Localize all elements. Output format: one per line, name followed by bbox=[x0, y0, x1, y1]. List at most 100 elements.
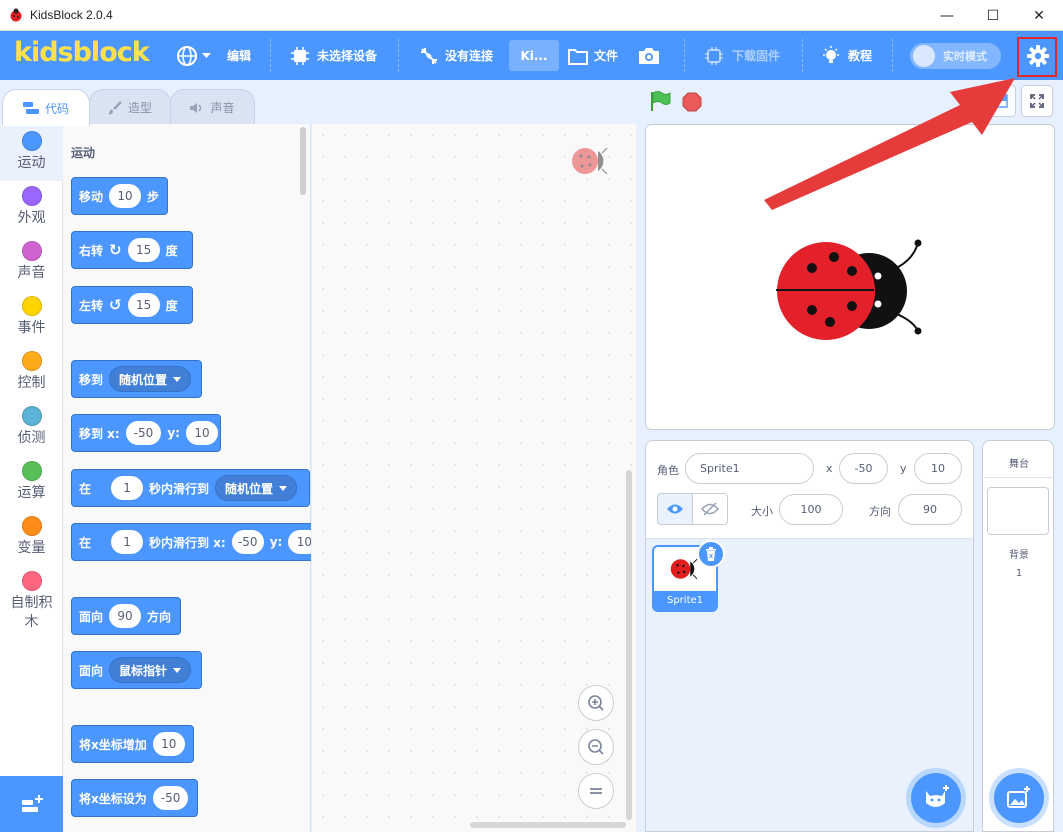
y-position-input[interactable]: 10 bbox=[914, 453, 962, 484]
block-dropdown[interactable]: 鼠标指针 bbox=[109, 657, 192, 683]
tab-costumes-label: 造型 bbox=[127, 101, 152, 115]
block-turn-left[interactable]: 左转 ↺ 15 度 bbox=[71, 286, 193, 324]
category-my-blocks[interactable]: 自制积木 bbox=[0, 566, 63, 636]
hide-sprite-button[interactable] bbox=[692, 493, 728, 525]
block-input[interactable]: 15 bbox=[127, 293, 160, 317]
block-point-towards[interactable]: 面向 鼠标指针 bbox=[71, 651, 202, 689]
tab-sounds[interactable]: 声音 bbox=[170, 89, 255, 125]
script-workspace[interactable] bbox=[312, 124, 636, 832]
add-sprite-button[interactable] bbox=[911, 773, 961, 823]
direction-label: 方向 bbox=[869, 505, 891, 518]
connection-menu[interactable]: 没有连接 bbox=[419, 31, 493, 80]
block-text: 秒内滑行到 bbox=[149, 481, 210, 496]
category-operators[interactable]: 运算 bbox=[0, 456, 63, 511]
block-text: 将x坐标增加 bbox=[79, 737, 147, 752]
menu-separator bbox=[802, 39, 803, 72]
fullscreen-button[interactable] bbox=[1021, 85, 1053, 117]
category-variables[interactable]: 变量 bbox=[0, 511, 63, 566]
category-control[interactable]: 控制 bbox=[0, 346, 63, 401]
category-events[interactable]: 事件 bbox=[0, 291, 63, 346]
block-set-x[interactable]: 将x坐标设为 -50 bbox=[71, 779, 198, 817]
block-move-steps[interactable]: 移动 10 步 bbox=[71, 177, 168, 215]
tab-code-label: 代码 bbox=[44, 101, 69, 116]
project-title-field[interactable]: Ki... bbox=[509, 40, 559, 71]
block-input-x[interactable]: -50 bbox=[125, 421, 162, 445]
add-extension-button[interactable] bbox=[0, 776, 63, 832]
block-input[interactable]: 1 bbox=[111, 476, 144, 500]
block-goto[interactable]: 移到 随机位置 bbox=[71, 360, 202, 398]
x-position-input[interactable]: -50 bbox=[839, 453, 888, 484]
menu-separator bbox=[684, 39, 685, 72]
add-extension-icon bbox=[21, 795, 43, 812]
sprite-info: 角色 Sprite1 x -50 y 10 大小 100 方向 90 bbox=[646, 441, 973, 539]
green-flag-icon[interactable] bbox=[649, 90, 671, 112]
category-dot bbox=[21, 461, 42, 481]
block-dropdown[interactable]: 随机位置 bbox=[109, 366, 192, 392]
block-turn-right[interactable]: 右转 ↻ 15 度 bbox=[71, 231, 193, 269]
category-label: 控制 bbox=[17, 375, 46, 391]
chip-gear-icon bbox=[705, 46, 723, 65]
zoom-reset-button[interactable] bbox=[578, 773, 614, 809]
palette-scrollbar[interactable] bbox=[300, 127, 306, 195]
add-backdrop-button[interactable] bbox=[994, 773, 1044, 823]
ladybug-thumbnail bbox=[670, 558, 698, 580]
block-text: y: bbox=[269, 535, 283, 549]
menu-separator bbox=[398, 39, 399, 72]
screenshot-button[interactable] bbox=[638, 31, 660, 80]
file-menu[interactable]: 文件 bbox=[568, 31, 618, 80]
direction-input[interactable]: 90 bbox=[898, 494, 962, 525]
block-input[interactable]: 15 bbox=[127, 238, 160, 262]
backdrop-thumbnail[interactable] bbox=[987, 487, 1049, 535]
close-button[interactable]: ✕ bbox=[1016, 0, 1062, 31]
workspace-horizontal-scrollbar[interactable] bbox=[470, 822, 626, 828]
sprite-tile-name: Sprite1 bbox=[654, 591, 716, 610]
show-sprite-button[interactable] bbox=[657, 493, 693, 525]
category-dot bbox=[21, 131, 42, 151]
device-menu[interactable]: 未选择设备 bbox=[290, 31, 377, 80]
sprite-name-input[interactable]: Sprite1 bbox=[685, 453, 814, 484]
tab-costumes[interactable]: 造型 bbox=[89, 89, 171, 125]
block-input[interactable]: 1 bbox=[111, 530, 144, 554]
realtime-mode-toggle[interactable]: 实时模式 bbox=[910, 43, 1001, 69]
block-input[interactable]: 10 bbox=[109, 184, 142, 208]
block-input-x[interactable]: -50 bbox=[231, 530, 264, 554]
block-input[interactable]: -50 bbox=[152, 786, 189, 810]
block-input-y[interactable]: 10 bbox=[288, 530, 311, 554]
category-looks[interactable]: 外观 bbox=[0, 181, 63, 236]
window-title: KidsBlock 2.0.4 bbox=[30, 8, 113, 22]
backdrop-count: 1 bbox=[1015, 568, 1023, 579]
workspace-vertical-scrollbar[interactable] bbox=[626, 470, 632, 820]
language-menu[interactable] bbox=[176, 31, 211, 80]
minimize-button[interactable]: — bbox=[924, 0, 970, 31]
block-goto-xy[interactable]: 移到 x: -50 y: 10 bbox=[71, 414, 221, 452]
block-point-direction[interactable]: 面向 90 方向 bbox=[71, 597, 181, 635]
rotate-right-icon: ↻ bbox=[109, 241, 122, 259]
maximize-button[interactable]: ☐ bbox=[970, 0, 1016, 31]
block-input-y[interactable]: 10 bbox=[185, 421, 218, 445]
zoom-in-button[interactable] bbox=[578, 685, 614, 721]
category-sensing[interactable]: 侦测 bbox=[0, 401, 63, 456]
zoom-out-button[interactable] bbox=[578, 729, 614, 765]
ladybug-sprite[interactable] bbox=[774, 238, 924, 348]
delete-sprite-button[interactable] bbox=[697, 540, 725, 568]
block-dropdown[interactable]: 随机位置 bbox=[215, 475, 298, 501]
category-motion[interactable]: 运动 bbox=[0, 126, 63, 181]
block-text: 面向 bbox=[79, 609, 104, 624]
red-arrow-annotation bbox=[764, 78, 1015, 210]
sprite-name-label: 角色 bbox=[657, 464, 679, 477]
category-label: 事件 bbox=[17, 320, 46, 336]
block-input[interactable]: 10 bbox=[152, 732, 185, 756]
tab-code[interactable]: 代码 bbox=[2, 89, 90, 126]
dropdown-value: 随机位置 bbox=[225, 481, 274, 496]
block-change-x[interactable]: 将x坐标增加 10 bbox=[71, 725, 194, 763]
size-input[interactable]: 100 bbox=[779, 494, 843, 525]
divider bbox=[983, 477, 1053, 478]
category-menu: 运动 外观 声音 事件 控制 侦测 运算 变量 自制积木 bbox=[0, 124, 63, 832]
edit-menu[interactable]: 编辑 bbox=[227, 31, 251, 80]
category-sound[interactable]: 声音 bbox=[0, 236, 63, 291]
stop-icon[interactable] bbox=[682, 92, 702, 112]
block-glide-xy[interactable]: 在 1 秒内滑行到 x: -50 y: 10 bbox=[71, 523, 311, 561]
block-input[interactable]: 90 bbox=[109, 604, 142, 628]
kidsblock-logo[interactable]: kidsblock bbox=[14, 37, 150, 68]
block-glide-to[interactable]: 在 1 秒内滑行到 随机位置 bbox=[71, 469, 310, 507]
